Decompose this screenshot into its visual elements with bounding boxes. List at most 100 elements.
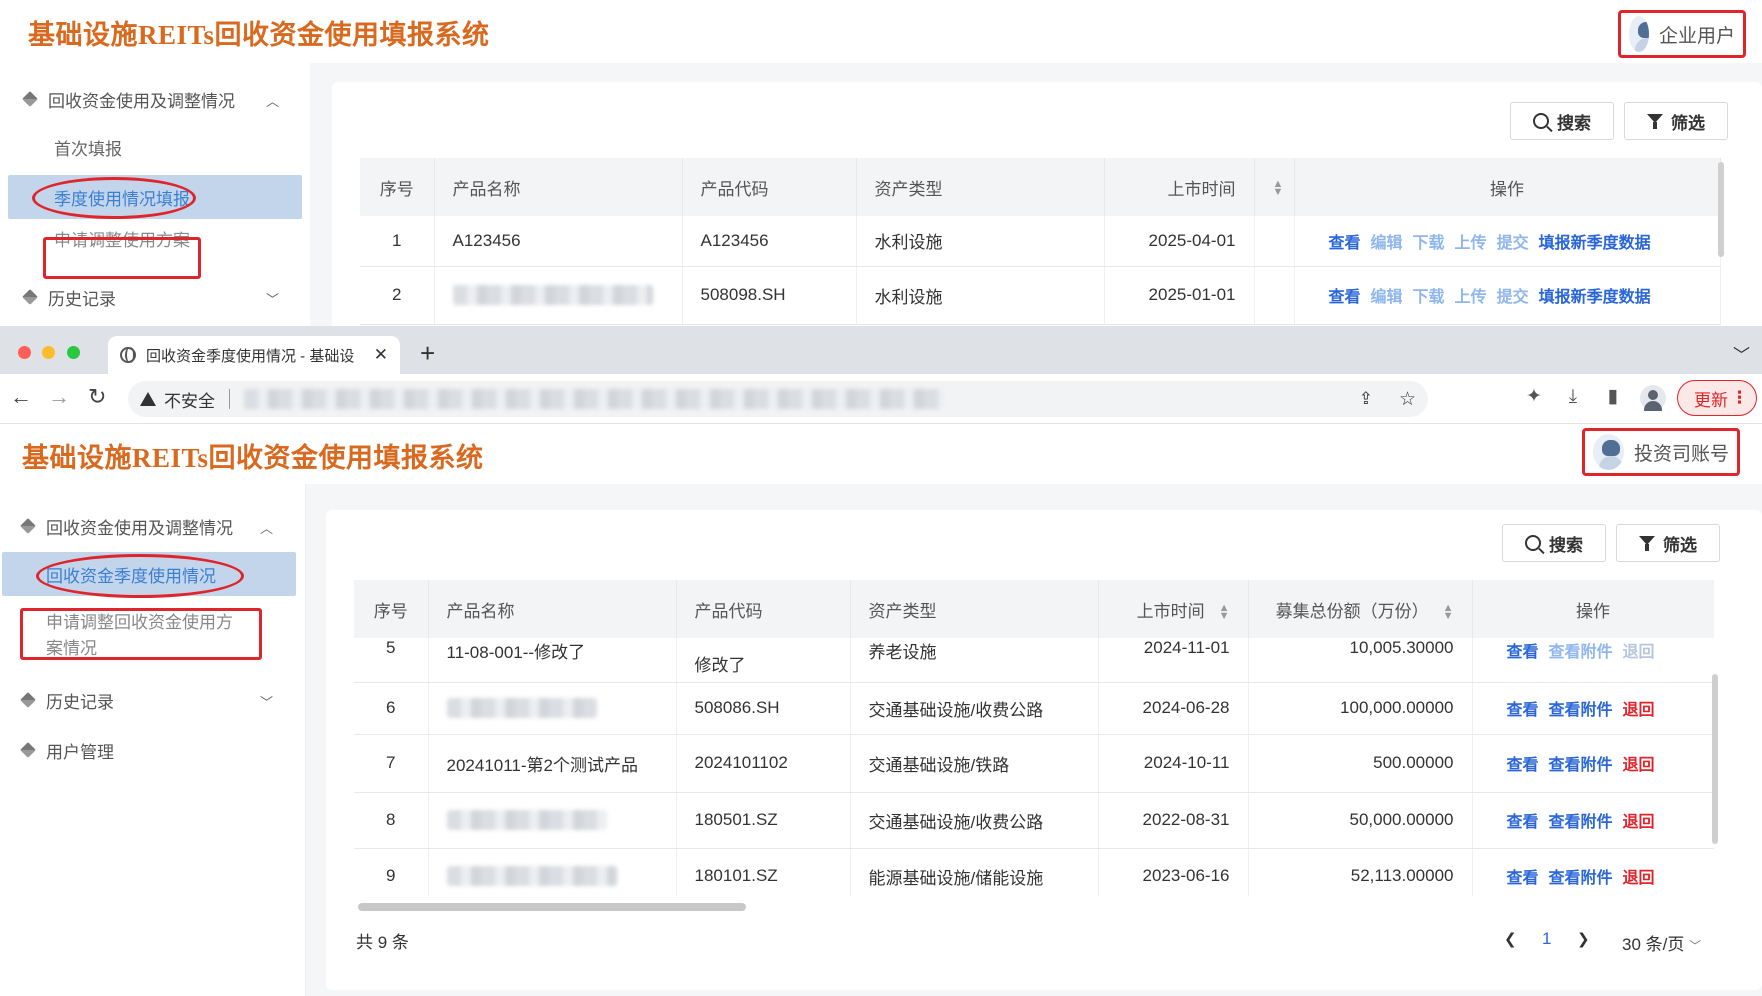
divider bbox=[229, 389, 230, 409]
browser-tab[interactable]: 回收资金季度使用情况 - 基础设 ✕ bbox=[108, 336, 400, 374]
table-row: 1 A123456 A123456 水利设施 2025-04-01 查看 编辑 下载… bbox=[360, 216, 1721, 267]
col-amount[interactable]: 募集总份额（万份） ▲ ▼ bbox=[1248, 580, 1473, 638]
col-name: 产品名称 bbox=[428, 580, 677, 638]
view-link[interactable]: 查看 bbox=[1507, 814, 1539, 831]
view-link[interactable]: 查看 bbox=[1507, 870, 1539, 887]
cell-actions: 查看 查看附件 退回 bbox=[1472, 734, 1714, 793]
chevron-down-icon[interactable]: ﹀ bbox=[1733, 341, 1750, 366]
menu-group-label: 回收资金使用及调整情况 bbox=[48, 91, 235, 111]
star-icon[interactable]: ☆ bbox=[1399, 388, 1416, 411]
return-link[interactable]: 退回 bbox=[1623, 870, 1655, 887]
filter-button[interactable]: 筛选 bbox=[1616, 524, 1720, 562]
sort-icon[interactable]: ▲ ▼ bbox=[1273, 178, 1284, 197]
product-table: 序号 产品名称 产品代码 资产类型 上市时间 ▲ ▼ 募集总份额（万份） ▲ ▼ 操作 … bbox=[354, 580, 1714, 896]
view-link[interactable]: 查看 bbox=[1507, 702, 1539, 719]
page-size-select[interactable]: 30 条/页 ﹀ bbox=[1622, 930, 1701, 955]
download-link[interactable]: 下载 bbox=[1413, 289, 1445, 306]
return-link[interactable]: 退回 bbox=[1623, 644, 1655, 661]
new-quarter-link[interactable]: 填报新季度数据 bbox=[1539, 235, 1651, 252]
return-link[interactable]: 退回 bbox=[1623, 814, 1655, 831]
view-attachment-link[interactable]: 查看附件 bbox=[1549, 814, 1613, 831]
cell-spacer bbox=[1254, 216, 1295, 267]
current-page[interactable]: 1 bbox=[1542, 929, 1551, 949]
menu-group-funds[interactable]: 回收资金使用及调整情况 bbox=[20, 510, 233, 542]
update-button[interactable]: 更新 ⋮ bbox=[1677, 380, 1757, 416]
download-icon[interactable]: ⤓ bbox=[1562, 386, 1584, 408]
menu-group-history[interactable]: 历史记录 bbox=[20, 684, 114, 716]
maximize-window-icon[interactable] bbox=[67, 346, 80, 359]
download-link[interactable]: 下载 bbox=[1413, 235, 1445, 252]
close-tab-icon[interactable]: ✕ bbox=[374, 345, 388, 365]
sort-icon[interactable]: ▲ ▼ bbox=[1443, 603, 1454, 622]
page-size-label: 30 条/页 bbox=[1622, 935, 1685, 954]
sort-icon[interactable]: ▲ ▼ bbox=[1254, 158, 1295, 216]
horizontal-scrollbar-thumb[interactable] bbox=[358, 903, 746, 911]
view-attachment-link[interactable]: 查看附件 bbox=[1549, 757, 1613, 774]
enterprise-view: 基础设施REITs回收资金使用填报系统 企业用户 回收资金使用及调整情况 ︿ 首… bbox=[0, 0, 1762, 326]
user-menu[interactable]: 企业用户 bbox=[1618, 10, 1746, 58]
view-attachment-link[interactable]: 查看附件 bbox=[1549, 870, 1613, 887]
return-link[interactable]: 退回 bbox=[1623, 702, 1655, 719]
view-link[interactable]: 查看 bbox=[1329, 289, 1361, 306]
vertical-scrollbar[interactable] bbox=[1712, 674, 1718, 844]
col-name: 产品名称 bbox=[434, 158, 683, 216]
view-attachment-link[interactable]: 查看附件 bbox=[1549, 702, 1613, 719]
reload-icon[interactable]: ↻ bbox=[88, 384, 106, 410]
user-menu[interactable]: 投资司账号 bbox=[1582, 428, 1740, 476]
edit-link[interactable]: 编辑 bbox=[1371, 235, 1403, 252]
new-tab-button[interactable]: + bbox=[420, 338, 435, 369]
chevron-up-icon[interactable]: ︿ bbox=[266, 91, 279, 110]
prev-page-icon[interactable]: ❮ bbox=[1504, 930, 1517, 948]
view-link[interactable]: 查看 bbox=[1507, 644, 1539, 661]
security-label[interactable]: 不安全 bbox=[164, 387, 215, 412]
cell-date: 2025-01-01 bbox=[1104, 266, 1255, 325]
return-link[interactable]: 退回 bbox=[1623, 757, 1655, 774]
share-icon[interactable]: ⇪ bbox=[1359, 389, 1373, 409]
view-attachment-link[interactable]: 查看附件 bbox=[1549, 644, 1613, 661]
menu-group-history[interactable]: 历史记录 bbox=[22, 281, 116, 313]
filter-button[interactable]: 筛选 bbox=[1624, 102, 1728, 140]
submit-link[interactable]: 提交 bbox=[1497, 235, 1529, 252]
view-link[interactable]: 查看 bbox=[1507, 757, 1539, 774]
next-page-icon[interactable]: ❯ bbox=[1577, 930, 1590, 948]
redacted-name bbox=[446, 866, 617, 887]
col-date[interactable]: 上市时间 bbox=[1104, 158, 1255, 216]
vertical-scrollbar[interactable] bbox=[1718, 162, 1724, 257]
cell-actions: 查看 查看附件 退回 bbox=[1472, 682, 1714, 735]
minimize-window-icon[interactable] bbox=[42, 346, 55, 359]
new-quarter-link[interactable]: 填报新季度数据 bbox=[1539, 289, 1651, 306]
close-window-icon[interactable] bbox=[18, 346, 31, 359]
address-bar[interactable]: 不安全 ⇪ ☆ bbox=[128, 381, 1428, 417]
sidebar: 回收资金使用及调整情况 ︿ 回收资金季度使用情况 申请调整回收资金使用方 案情况… bbox=[0, 484, 306, 996]
cell-type: 能源基础设施/储能设施 bbox=[850, 848, 1099, 896]
col-date[interactable]: 上市时间 ▲ ▼ bbox=[1098, 580, 1249, 638]
col-code: 产品代码 bbox=[682, 158, 857, 216]
table-row: 6 508086.SH 交通基础设施/收费公路 2024-06-28 100,0… bbox=[354, 682, 1714, 735]
forward-icon[interactable]: → bbox=[48, 384, 70, 410]
upload-link[interactable]: 上传 bbox=[1455, 289, 1487, 306]
cube-icon bbox=[22, 289, 38, 305]
col-type: 资产类型 bbox=[856, 158, 1105, 216]
chevron-down-icon[interactable]: ﹀ bbox=[260, 692, 273, 711]
view-link[interactable]: 查看 bbox=[1329, 235, 1361, 252]
search-button[interactable]: 搜索 bbox=[1510, 102, 1614, 140]
profile-icon[interactable] bbox=[1640, 385, 1666, 411]
chevron-up-icon[interactable]: ︿ bbox=[260, 518, 273, 537]
table-viewport[interactable]: 序号 产品名称 产品代码 资产类型 上市时间 ▲ ▼ 募集总份额（万份） ▲ ▼ 操作 … bbox=[354, 580, 1714, 896]
extensions-icon[interactable]: ✦ bbox=[1523, 386, 1545, 408]
cell-name bbox=[434, 266, 683, 325]
edit-link[interactable]: 编辑 bbox=[1371, 289, 1403, 306]
cell-type: 交通基础设施/收费公路 bbox=[850, 682, 1099, 735]
submit-link[interactable]: 提交 bbox=[1497, 289, 1529, 306]
menu-item-first-report[interactable]: 首次填报 bbox=[54, 125, 294, 169]
sidepanel-icon[interactable]: ▮ bbox=[1602, 386, 1624, 408]
cell-type: 水利设施 bbox=[856, 266, 1105, 325]
back-icon[interactable]: ← bbox=[10, 384, 32, 410]
menu-group-user-admin[interactable]: 用户管理 bbox=[20, 734, 114, 766]
sort-icon[interactable]: ▲ ▼ bbox=[1219, 603, 1230, 622]
menu-group-funds[interactable]: 回收资金使用及调整情况 bbox=[22, 83, 235, 115]
chevron-down-icon[interactable]: ﹀ bbox=[266, 289, 279, 308]
search-button[interactable]: 搜索 bbox=[1502, 524, 1606, 562]
upload-link[interactable]: 上传 bbox=[1455, 235, 1487, 252]
app-header: 基础设施REITs回收资金使用填报系统 投资司账号 bbox=[0, 424, 1762, 484]
